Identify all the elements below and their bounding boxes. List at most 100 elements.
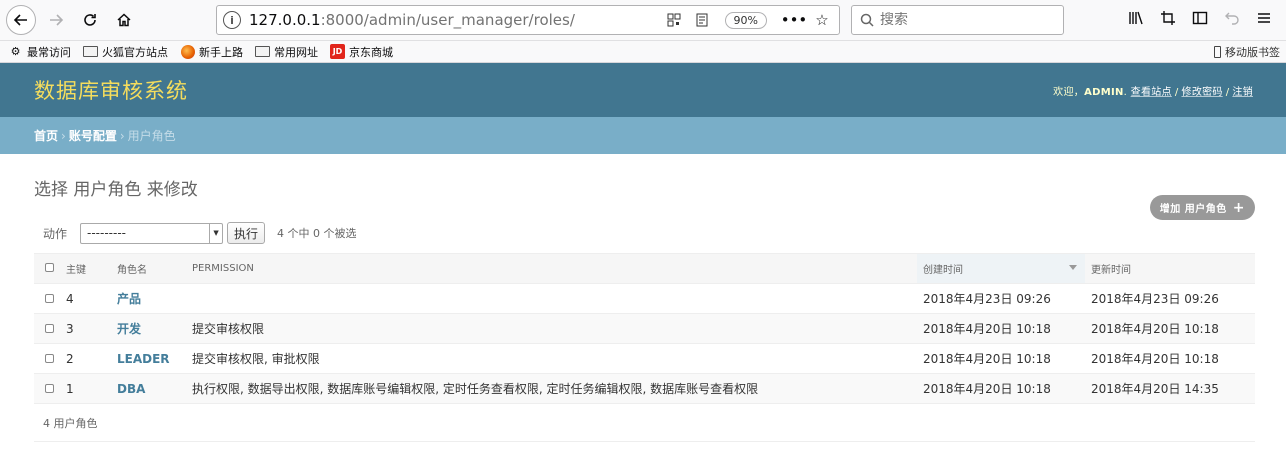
screenshot-crop-icon[interactable] — [1152, 10, 1184, 30]
cell-name: 开发 — [111, 313, 186, 344]
view-site-link[interactable]: 查看站点 — [1131, 87, 1172, 98]
separator: / — [1174, 86, 1179, 98]
cell-created: 2018年4月20日 10:18 — [917, 313, 1085, 344]
breadcrumb-current: 用户角色 — [127, 129, 176, 143]
table-row: 2 LEADER 提交审核权限, 审批权限 2018年4月20日 10:18 2… — [34, 343, 1255, 374]
bookmark-getting-started[interactable]: 新手上路 — [180, 44, 243, 60]
forward-button[interactable] — [42, 6, 70, 34]
add-role-button[interactable]: 增加 用户角色 + — [1149, 195, 1255, 220]
phone-icon — [1214, 45, 1221, 58]
cell-updated: 2018年4月20日 10:18 — [1085, 343, 1255, 374]
action-select[interactable]: --------- ▼ — [80, 222, 224, 244]
search-input[interactable] — [880, 12, 1055, 28]
breadcrumb-arrow: › — [119, 128, 125, 143]
folder-icon — [255, 46, 270, 58]
content: 选择 用户角色 来修改 增加 用户角色 + 动作 --------- ▼ 执行 … — [0, 175, 1286, 442]
separator: / — [1225, 86, 1230, 98]
change-password-link[interactable]: 修改密码 — [1182, 87, 1223, 98]
bookmark-label: 最常访问 — [27, 45, 71, 59]
library-icon[interactable] — [1120, 10, 1152, 30]
reader-view-icon[interactable] — [691, 9, 713, 31]
role-link[interactable]: 开发 — [117, 322, 141, 336]
bookmark-firefox-site[interactable]: 火狐官方站点 — [83, 44, 168, 60]
cell-name: LEADER — [111, 343, 186, 374]
paginator: 4 用户角色 — [34, 404, 1255, 442]
cell-permission — [186, 283, 917, 314]
info-icon[interactable]: i — [223, 11, 241, 29]
table-row: 4 产品 2018年4月23日 09:26 2018年4月23日 09:26 — [34, 283, 1255, 314]
cell-id: 1 — [60, 373, 111, 404]
mobile-bookmarks-label: 移动版书签 — [1225, 45, 1280, 59]
bookmark-label: 新手上路 — [199, 45, 243, 59]
cell-name: 产品 — [111, 283, 186, 314]
undo-icon[interactable] — [1216, 10, 1248, 30]
sidebar-icon[interactable] — [1184, 10, 1216, 30]
zoom-indicator[interactable]: 90% — [724, 11, 767, 29]
gear-icon: ⚙ — [10, 45, 21, 58]
plus-icon: + — [1232, 199, 1245, 216]
cell-id: 2 — [60, 343, 111, 374]
header-updated[interactable]: 更新时间 — [1085, 253, 1255, 284]
jd-icon: JD — [330, 44, 345, 59]
home-icon — [117, 13, 131, 27]
result-table: 主键 角色名 PERMISSION 创建时间 更新时间 4 产品 2018年4月… — [34, 253, 1255, 404]
role-link[interactable]: DBA — [117, 382, 145, 396]
page-title: 选择 用户角色 来修改 — [34, 180, 198, 200]
row-checkbox-cell — [34, 283, 60, 314]
cell-id: 3 — [60, 313, 111, 344]
row-checkbox[interactable] — [45, 383, 54, 393]
chevron-down-icon: ▼ — [209, 223, 222, 243]
breadcrumb: 首页 › 账号配置 › 用户角色 — [0, 117, 1286, 154]
home-button[interactable] — [110, 6, 138, 34]
url-bar[interactable]: i 127.0.0.1:8000/admin/user_manager/role… — [216, 5, 840, 35]
bookmark-jd[interactable]: JD 京东商城 — [330, 44, 393, 60]
bookmark-label: 京东商城 — [349, 45, 393, 59]
row-checkbox[interactable] — [45, 353, 54, 363]
bookmark-most-visited[interactable]: ⚙ 最常访问 — [8, 44, 71, 60]
breadcrumb-section[interactable]: 账号配置 — [69, 127, 117, 144]
row-checkbox-cell — [34, 373, 60, 404]
right-toolbar — [1120, 5, 1280, 35]
header-id[interactable]: 主键 — [60, 253, 111, 284]
bookmark-label: 常用网址 — [274, 45, 318, 59]
bookmark-common-sites[interactable]: 常用网址 — [255, 44, 318, 60]
admin-header: 数据库审核系统 欢迎，ADMIN. 查看站点 / 修改密码 / 注销 — [0, 63, 1286, 117]
url-text[interactable]: 127.0.0.1:8000/admin/user_manager/roles/ — [249, 11, 657, 29]
site-name[interactable]: 数据库审核系统 — [34, 75, 188, 105]
browser-toolbar: i 127.0.0.1:8000/admin/user_manager/role… — [0, 0, 1286, 41]
select-all-header — [34, 253, 60, 284]
row-checkbox[interactable] — [45, 293, 54, 303]
user-tools: 欢迎，ADMIN. 查看站点 / 修改密码 / 注销 — [1053, 86, 1253, 98]
qr-code-icon[interactable] — [663, 9, 685, 31]
cell-updated: 2018年4月20日 14:35 — [1085, 373, 1255, 404]
actions-label: 动作 — [43, 226, 68, 241]
go-button[interactable]: 执行 — [227, 222, 266, 244]
cell-permission: 提交审核权限 — [186, 313, 917, 344]
header-permission[interactable]: PERMISSION — [186, 253, 917, 284]
breadcrumb-home[interactable]: 首页 — [34, 127, 58, 144]
sort-desc-icon[interactable] — [1069, 265, 1077, 270]
firefox-icon — [180, 44, 195, 59]
header-created[interactable]: 创建时间 — [917, 253, 1085, 284]
mobile-bookmarks[interactable]: 移动版书签 — [1214, 44, 1280, 60]
selection-counter: 4 个中 0 个被选 — [277, 227, 357, 240]
welcome-text: 欢迎， — [1053, 86, 1085, 98]
row-checkbox[interactable] — [45, 323, 54, 333]
header-created-label: 创建时间 — [923, 265, 963, 276]
table-row: 1 DBA 执行权限, 数据导出权限, 数据库账号编辑权限, 定时任务查看权限,… — [34, 373, 1255, 404]
search-icon — [860, 13, 874, 27]
search-bar[interactable] — [851, 5, 1064, 35]
header-name[interactable]: 角色名 — [111, 253, 186, 284]
logout-link[interactable]: 注销 — [1232, 87, 1253, 98]
cell-updated: 2018年4月23日 09:26 — [1085, 283, 1255, 314]
row-checkbox-cell — [34, 313, 60, 344]
more-actions-icon[interactable]: ••• — [781, 9, 808, 31]
role-link[interactable]: LEADER — [117, 352, 170, 366]
back-button[interactable] — [6, 5, 36, 35]
bookmark-star-icon[interactable]: ☆ — [811, 9, 833, 31]
select-all-checkbox[interactable] — [45, 262, 54, 272]
cell-created: 2018年4月20日 10:18 — [917, 373, 1085, 404]
menu-icon[interactable] — [1248, 10, 1280, 30]
reload-button[interactable] — [76, 6, 104, 34]
role-link[interactable]: 产品 — [117, 292, 141, 306]
